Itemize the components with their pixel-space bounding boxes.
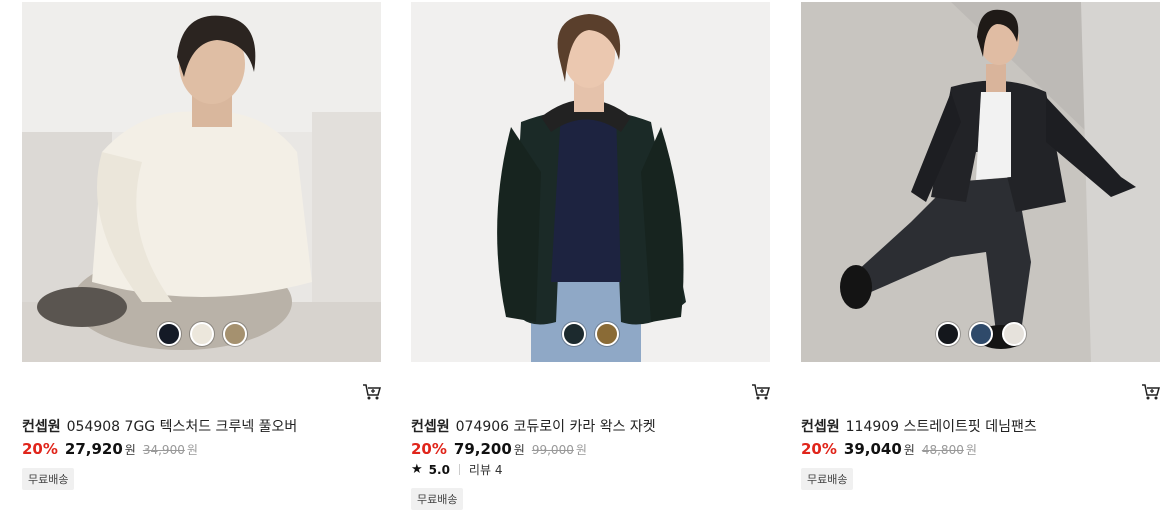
discount-rate: 20% bbox=[22, 440, 58, 458]
product-title[interactable]: 컨셉원 054908 7GG 텍스처드 크루넥 풀오버 bbox=[22, 416, 297, 436]
brand-name: 컨셉원 bbox=[411, 419, 450, 435]
brand-name: 컨셉원 bbox=[22, 419, 61, 435]
free-shipping-badge: 무료배송 bbox=[411, 488, 464, 510]
currency-unit: 원 bbox=[903, 443, 915, 457]
cart-icon[interactable] bbox=[1141, 383, 1161, 401]
rating-score: 5.0 bbox=[428, 462, 450, 477]
product-card[interactable]: 컨셉원 114909 스트레이트핏 데님팬츠 20% 39,040 원 48,80… bbox=[801, 2, 1161, 490]
product-card[interactable]: 컨셉원 054908 7GG 텍스처드 크루넥 풀오버 20% 27,920 원 … bbox=[22, 2, 382, 490]
free-shipping-badge: 무료배송 bbox=[22, 468, 75, 490]
cart-icon[interactable] bbox=[362, 383, 382, 401]
divider bbox=[458, 464, 460, 475]
product-photo-denim bbox=[801, 2, 1160, 362]
original-price: 48,800 bbox=[921, 443, 964, 457]
free-shipping-badge: 무료배송 bbox=[801, 468, 854, 490]
original-price: 99,000 bbox=[531, 443, 574, 457]
original-currency-unit: 원 bbox=[186, 443, 198, 457]
color-swatches bbox=[22, 322, 381, 346]
price-row: 20% 79,200 원 99,000 원 bbox=[411, 440, 587, 458]
product-image[interactable] bbox=[801, 2, 1160, 362]
original-price: 34,900 bbox=[142, 443, 185, 457]
color-swatch-navy[interactable] bbox=[156, 322, 181, 346]
color-swatch-black[interactable] bbox=[935, 322, 960, 346]
product-card[interactable]: 컨셉원 074906 코듀로이 카라 왁스 자켓 20% 79,200 원 99,… bbox=[411, 2, 771, 510]
brand-name: 컨셉원 bbox=[801, 419, 840, 435]
product-name: 114909 스트레이트핏 데님팬츠 bbox=[845, 419, 1037, 435]
product-title[interactable]: 컨셉원 074906 코듀로이 카라 왁스 자켓 bbox=[411, 416, 656, 436]
color-swatch-brown[interactable] bbox=[595, 322, 619, 346]
sale-price: 27,920 bbox=[64, 440, 123, 458]
product-name: 074906 코듀로이 카라 왁스 자켓 bbox=[455, 419, 656, 435]
star-icon: ★ bbox=[411, 462, 423, 477]
rating-row: ★ 5.0 리뷰 4 bbox=[411, 461, 502, 478]
color-swatch-light-gray[interactable] bbox=[1001, 322, 1026, 346]
color-swatch-ivory[interactable] bbox=[189, 322, 214, 346]
discount-rate: 20% bbox=[801, 440, 837, 458]
product-image[interactable] bbox=[22, 2, 381, 362]
product-name: 054908 7GG 텍스처드 크루넥 풀오버 bbox=[66, 419, 298, 435]
color-swatch-beige[interactable] bbox=[222, 322, 247, 346]
review-count[interactable]: 리뷰 4 bbox=[469, 461, 503, 478]
sale-price: 39,040 bbox=[843, 440, 902, 458]
product-image[interactable] bbox=[411, 2, 770, 362]
sale-price: 79,200 bbox=[453, 440, 512, 458]
price-row: 20% 27,920 원 34,900 원 bbox=[22, 440, 198, 458]
discount-rate: 20% bbox=[411, 440, 447, 458]
product-photo-jacket bbox=[411, 2, 770, 362]
original-currency-unit: 원 bbox=[575, 443, 587, 457]
currency-unit: 원 bbox=[124, 443, 136, 457]
color-swatch-blue[interactable] bbox=[968, 322, 993, 346]
product-photo-sweater bbox=[22, 2, 381, 362]
product-title[interactable]: 컨셉원 114909 스트레이트핏 데님팬츠 bbox=[801, 416, 1037, 436]
currency-unit: 원 bbox=[513, 443, 525, 457]
color-swatch-dark-green[interactable] bbox=[562, 322, 586, 346]
original-currency-unit: 원 bbox=[965, 443, 977, 457]
cart-icon[interactable] bbox=[751, 383, 771, 401]
price-row: 20% 39,040 원 48,800 원 bbox=[801, 440, 977, 458]
color-swatches bbox=[411, 322, 770, 346]
color-swatches bbox=[801, 322, 1160, 346]
